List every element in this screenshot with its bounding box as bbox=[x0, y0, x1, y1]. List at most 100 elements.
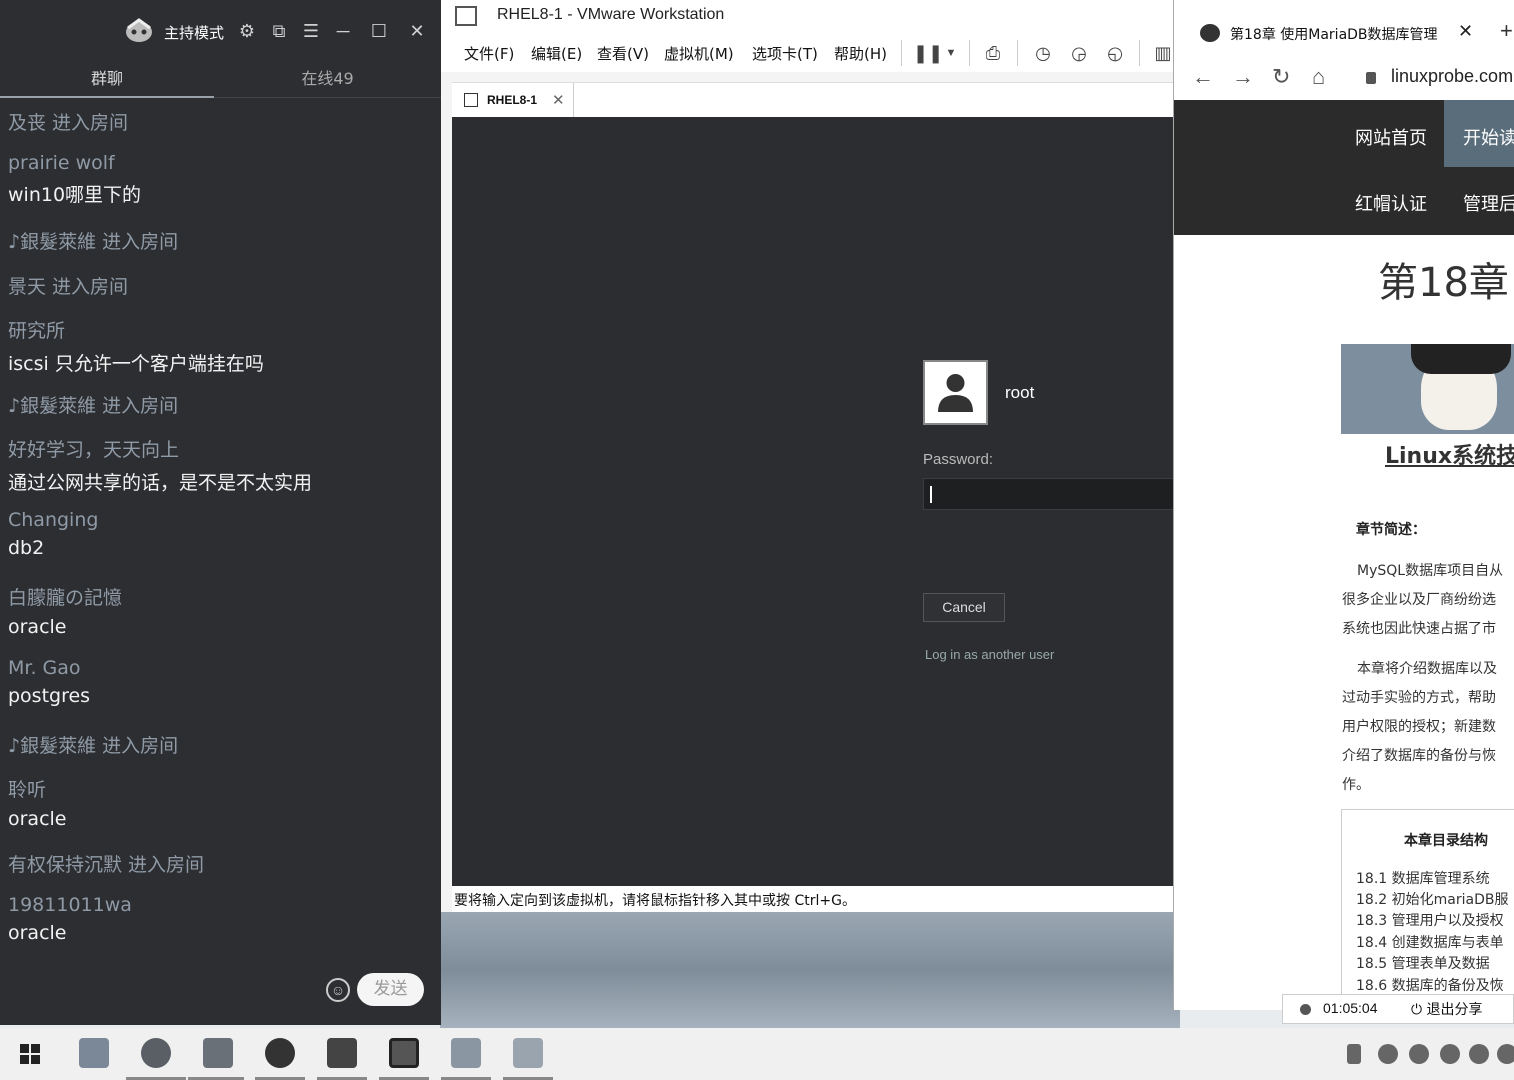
log-in-another-user-link[interactable]: Log in as another user bbox=[925, 647, 1054, 662]
toc-item[interactable]: 18.6 数据库的备份及恢 bbox=[1356, 975, 1504, 995]
notes-app-icon[interactable] bbox=[513, 1038, 543, 1068]
menu-vm[interactable]: 虚拟机(M) bbox=[664, 43, 734, 64]
paint-app-icon[interactable] bbox=[451, 1038, 481, 1068]
chrome-browser-icon[interactable] bbox=[141, 1038, 171, 1068]
message-sender[interactable]: 好好学习，天天向上 bbox=[8, 435, 312, 462]
toc-item[interactable]: 18.4 创建数据库与表单 bbox=[1356, 932, 1504, 952]
book-title-link[interactable]: Linux系统技 bbox=[1385, 438, 1514, 470]
close-icon[interactable]: ✕ bbox=[406, 20, 428, 42]
vm-tab-label: RHEL8-1 bbox=[487, 93, 538, 107]
nav-home[interactable]: 网站首页 bbox=[1355, 124, 1427, 150]
tray-app-icon[interactable] bbox=[1440, 1044, 1460, 1064]
paragraph-line: 本章将介绍数据库以及 bbox=[1357, 661, 1497, 677]
minimize-icon[interactable]: ─ bbox=[332, 20, 354, 42]
screen-recorder-icon[interactable] bbox=[327, 1038, 357, 1068]
forward-icon[interactable]: → bbox=[1232, 64, 1254, 90]
snapshot-manager-icon[interactable]: ◵ bbox=[1103, 42, 1127, 64]
summary-label: 章节简述： bbox=[1356, 522, 1426, 538]
chat-message: 聆听 oracle bbox=[8, 775, 67, 830]
message-sender[interactable]: 聆听 bbox=[8, 775, 67, 802]
nav-redhat-cert[interactable]: 红帽认证 bbox=[1355, 190, 1427, 216]
toc-item[interactable]: 18.5 管理表单及数据 bbox=[1356, 953, 1490, 973]
tab-group-chat[interactable]: 群聊 bbox=[0, 64, 214, 98]
toc-title: 本章目录结构 bbox=[1404, 833, 1488, 849]
send-button[interactable]: 发送 bbox=[357, 973, 424, 1006]
message-sender[interactable]: 19811011wa bbox=[8, 894, 132, 916]
menu-icon[interactable]: ☰ bbox=[300, 20, 322, 42]
settings-icon[interactable]: ⚙ bbox=[236, 20, 258, 42]
toc-item[interactable]: 18.2 初始化mariaDB服 bbox=[1356, 889, 1508, 909]
network-tray-icon[interactable] bbox=[1378, 1044, 1398, 1064]
menu-edit[interactable]: 编辑(E) bbox=[531, 43, 582, 64]
windows-start-icon[interactable] bbox=[20, 1044, 40, 1064]
lock-icon bbox=[1366, 72, 1376, 84]
message-sender[interactable]: 白朦朧の記憶 bbox=[8, 583, 122, 610]
exit-share-button[interactable]: ⏻ 退出分享 bbox=[1411, 999, 1483, 1019]
host-mode-label[interactable]: 主持模式 bbox=[164, 22, 224, 43]
close-tab-icon[interactable]: ✕ bbox=[1458, 21, 1473, 42]
tab-rhel8-1[interactable]: RHEL8-1 ✕ bbox=[452, 83, 574, 118]
sidebar-toggle-icon[interactable]: ▥ bbox=[1151, 42, 1175, 64]
join-notice: 有权保持沉默 进入房间 bbox=[8, 850, 204, 877]
join-notice: 及丧 进入房间 bbox=[8, 108, 128, 135]
menu-view[interactable]: 查看(V) bbox=[597, 43, 649, 64]
site-favicon-icon bbox=[1200, 24, 1220, 42]
vmware-status-bar: 要将输入定向到该虚拟机，请将鼠标指针移入其中或按 Ctrl+G。 bbox=[452, 886, 1176, 912]
maximize-icon[interactable]: ☐ bbox=[368, 20, 390, 42]
join-notice-text: 有权保持沉默 进入房间 bbox=[8, 854, 205, 876]
vmware-taskbar-icon[interactable] bbox=[203, 1038, 233, 1068]
toc-item[interactable]: 18.3 管理用户以及授权 bbox=[1356, 910, 1504, 930]
menu-file[interactable]: 文件(F) bbox=[464, 43, 514, 64]
send-keys-icon[interactable]: ⎙ bbox=[981, 42, 1005, 64]
toolbar-separator bbox=[1139, 40, 1140, 66]
password-label: Password: bbox=[923, 451, 994, 468]
menu-tabs[interactable]: 选项卡(T) bbox=[752, 43, 818, 64]
vmware-app-icon bbox=[455, 6, 477, 26]
chat-app-taskbar-icon[interactable] bbox=[265, 1038, 295, 1068]
vm-console[interactable]: root Password: Cancel Log in as another … bbox=[452, 117, 1183, 886]
toc-item[interactable]: 18.1 数据库管理系统 bbox=[1356, 868, 1490, 888]
tray-app-icon[interactable] bbox=[1497, 1044, 1514, 1064]
desktop-wallpaper-strip bbox=[440, 912, 1180, 1028]
emoji-button[interactable]: ☺ bbox=[326, 978, 350, 1002]
pause-icon[interactable]: ❚❚ bbox=[913, 42, 943, 64]
nav-start-reading[interactable]: 开始读 bbox=[1463, 124, 1514, 150]
banner-figure-hair bbox=[1411, 344, 1511, 374]
microphone-icon[interactable] bbox=[1347, 1044, 1361, 1064]
message-text: 通过公网共享的话，是不是不太实用 bbox=[8, 472, 313, 494]
tray-app-icon[interactable] bbox=[1469, 1044, 1489, 1064]
revert-snapshot-icon[interactable]: ◶ bbox=[1067, 42, 1091, 64]
popout-icon[interactable]: ⧉ bbox=[268, 20, 290, 42]
chat-message-list[interactable]: 及丧 进入房间 prairie wolf win10哪里下的 ♪銀髮萊維 进入房间 景天… bbox=[0, 100, 441, 960]
chat-message: prairie wolf win10哪里下的 bbox=[8, 152, 141, 207]
file-explorer-icon[interactable] bbox=[79, 1038, 109, 1068]
reload-icon[interactable]: ↻ bbox=[1272, 64, 1290, 90]
paragraph-line: 系统也因此快速占据了市 bbox=[1342, 621, 1496, 637]
snapshot-icon[interactable]: ◷ bbox=[1031, 42, 1055, 64]
paragraph-line: MySQL数据库项目自从 bbox=[1357, 563, 1504, 579]
chevron-down-icon[interactable]: ▼ bbox=[939, 42, 963, 64]
toolbar-separator bbox=[969, 40, 970, 66]
cancel-button[interactable]: Cancel bbox=[923, 593, 1005, 622]
browser-tab-title[interactable]: 第18章 使用MariaDB数据库管理 bbox=[1230, 24, 1450, 44]
nav-admin[interactable]: 管理后 bbox=[1463, 190, 1514, 216]
new-tab-icon[interactable]: + bbox=[1500, 18, 1513, 44]
message-sender[interactable]: Mr. Gao bbox=[8, 657, 90, 679]
password-field[interactable] bbox=[923, 478, 1183, 510]
address-bar[interactable]: linuxprobe.com bbox=[1391, 66, 1513, 87]
message-sender[interactable]: Changing bbox=[8, 509, 98, 531]
close-tab-icon[interactable]: ✕ bbox=[552, 91, 565, 109]
back-icon[interactable]: ← bbox=[1192, 64, 1214, 90]
message-text: postgres bbox=[8, 685, 91, 707]
site-navigation: 网站首页 开始读 红帽认证 管理后 bbox=[1174, 100, 1514, 235]
join-notice-text: 景天 进入房间 bbox=[8, 276, 129, 298]
terminal-icon[interactable] bbox=[389, 1038, 419, 1068]
home-icon[interactable]: ⌂ bbox=[1312, 64, 1325, 90]
share-timer: 01:05:04 bbox=[1323, 1000, 1378, 1016]
message-sender[interactable]: prairie wolf bbox=[8, 152, 141, 174]
message-sender[interactable]: 研究所 bbox=[8, 316, 264, 343]
menu-help[interactable]: 帮助(H) bbox=[834, 43, 887, 64]
toolbar-separator bbox=[901, 40, 902, 66]
tab-online-users[interactable]: 在线49 bbox=[214, 64, 441, 98]
tray-app-icon[interactable] bbox=[1409, 1044, 1429, 1064]
